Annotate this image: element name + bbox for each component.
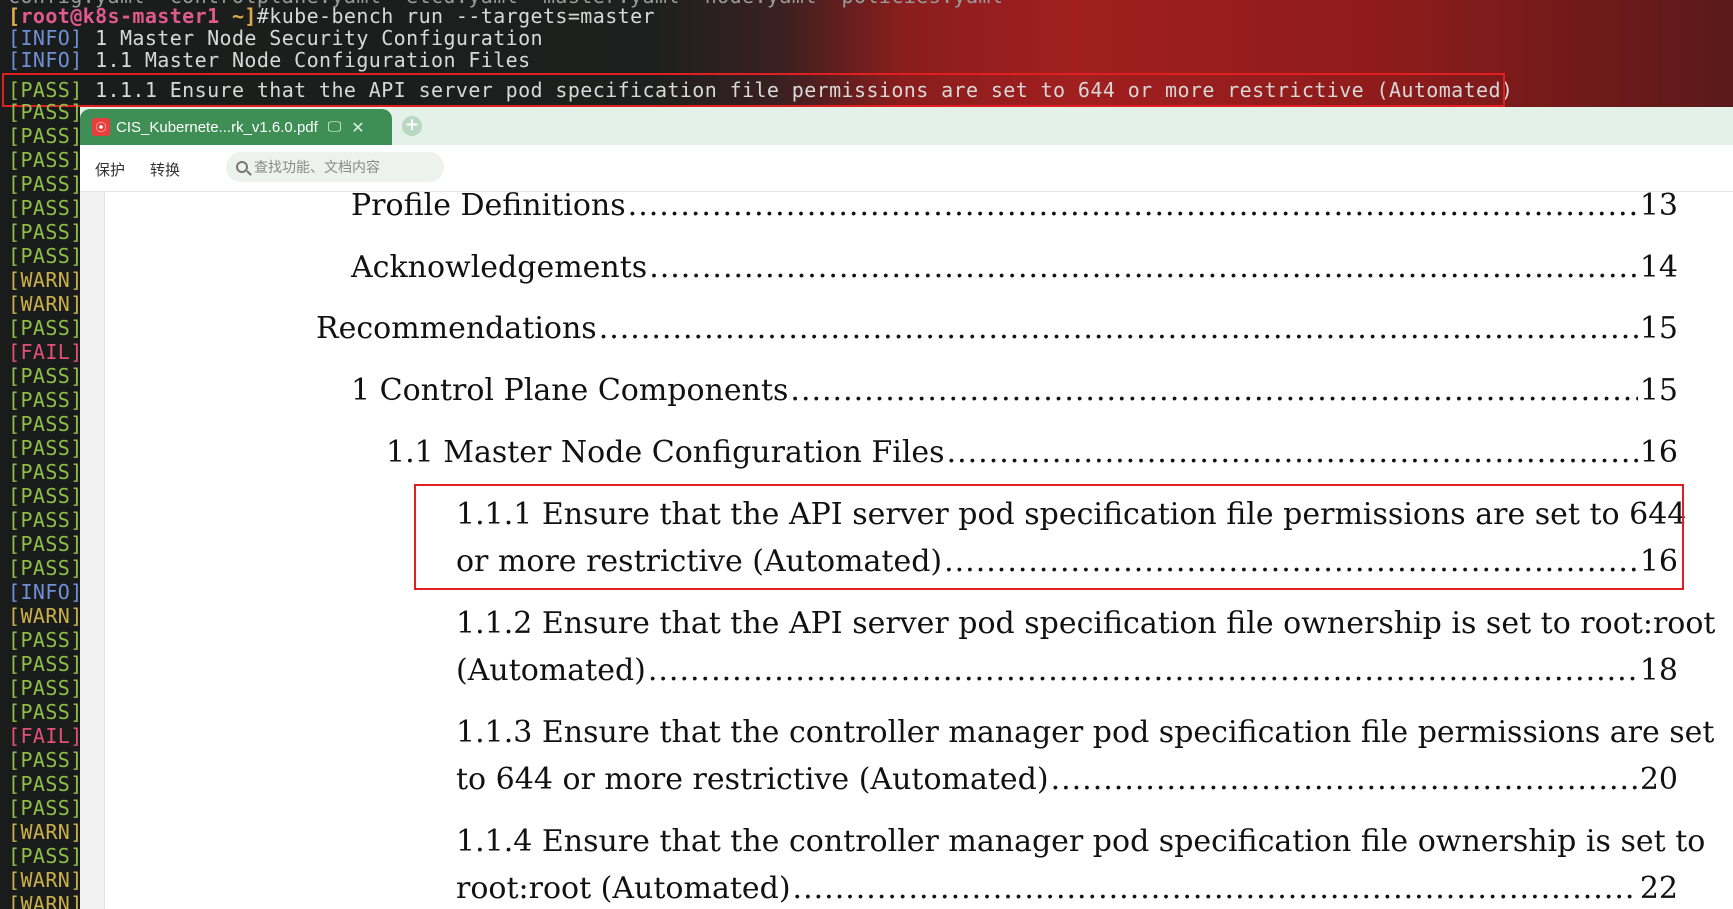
toc-entry-first-line[interactable]: 1.1.4 Ensure that the controller manager… bbox=[456, 824, 1705, 860]
status-tag: [PASS] bbox=[8, 364, 83, 388]
toc-entry[interactable]: 1 Control Plane Components..............… bbox=[351, 373, 1678, 409]
toc-leader-dots: ........................................… bbox=[1050, 762, 1638, 797]
terminal-prompt-line: [root@k8s-master1 ~]#kube-bench run --ta… bbox=[8, 4, 655, 28]
status-tag: [WARN] bbox=[8, 820, 83, 844]
status-tag: [FAIL] bbox=[8, 340, 83, 364]
terminal-line-text: 1 Master Node Security Configuration bbox=[82, 26, 543, 50]
toc-entry[interactable]: 1.1 Master Node Configuration Files.....… bbox=[386, 435, 1678, 471]
pdf-file-icon: ⦿ bbox=[92, 118, 110, 136]
search-icon bbox=[236, 161, 248, 173]
toc-entry[interactable]: root:root (Automated)...................… bbox=[456, 871, 1678, 907]
toc-leader-dots: ........................................… bbox=[627, 188, 1638, 223]
status-tag: [PASS] bbox=[8, 796, 83, 820]
toc-leader-dots: ........................................… bbox=[598, 311, 1638, 346]
new-tab-icon[interactable]: + bbox=[402, 116, 422, 136]
toc-entry-label: root:root (Automated) bbox=[456, 871, 791, 906]
search-placeholder: 查找功能、文档内容 bbox=[254, 160, 380, 176]
toc-entry-first-line[interactable]: 1.1.2 Ensure that the API server pod spe… bbox=[456, 606, 1715, 642]
status-tag: [PASS] bbox=[8, 628, 83, 652]
toolbar: 保护 转换 查找功能、文档内容 bbox=[80, 145, 1733, 192]
status-tag: [PASS] bbox=[8, 532, 83, 556]
status-tag: [PASS] bbox=[8, 100, 83, 124]
toc-leader-dots: ........................................… bbox=[792, 871, 1638, 906]
status-tag: [PASS] bbox=[8, 196, 83, 220]
status-tag: [PASS] bbox=[8, 436, 83, 460]
prompt-path: ~] bbox=[219, 4, 257, 28]
status-tag: [WARN] bbox=[8, 604, 83, 628]
toc-entry-label: to 644 or more restrictive (Automated) bbox=[456, 762, 1049, 797]
status-tag: [INFO] bbox=[8, 48, 83, 72]
toc-page-number: 18 bbox=[1639, 653, 1678, 688]
tab-title: CIS_Kubernete...rk_v1.6.0.pdf bbox=[116, 118, 318, 136]
toc-page-number: 20 bbox=[1639, 762, 1678, 797]
protect-button[interactable]: 保护 bbox=[95, 159, 125, 180]
status-tag: [PASS] bbox=[8, 172, 83, 196]
terminal-line: [INFO] 1.1 Master Node Configuration Fil… bbox=[8, 48, 531, 72]
toc-entry-first-line[interactable]: 1.1.3 Ensure that the controller manager… bbox=[456, 715, 1714, 751]
status-tag: [WARN] bbox=[8, 292, 83, 316]
toc-entry[interactable]: Recommendations.........................… bbox=[316, 311, 1678, 347]
toc-page-number: 16 bbox=[1639, 435, 1678, 470]
toc-entry-label: Profile Definitions bbox=[351, 188, 626, 223]
toc-page-number: 15 bbox=[1639, 373, 1678, 408]
status-tag: [PASS] bbox=[8, 316, 83, 340]
close-icon[interactable]: ✕ bbox=[351, 118, 364, 137]
prompt-bracket: [ bbox=[8, 4, 21, 28]
toc-page-number: 14 bbox=[1639, 250, 1678, 285]
status-tag: [PASS] bbox=[8, 388, 83, 412]
terminal-line: [INFO] 1 Master Node Security Configurat… bbox=[8, 26, 543, 50]
toc-entry[interactable]: Profile Definitions.....................… bbox=[351, 188, 1678, 224]
status-tag: [PASS] bbox=[8, 148, 83, 172]
status-tag: [PASS] bbox=[8, 748, 83, 772]
tab-bar: ⦿ CIS_Kubernete...rk_v1.6.0.pdf 🖵 ✕ + bbox=[80, 107, 1733, 145]
toc-entry-label: (Automated) bbox=[456, 653, 646, 688]
status-tag: [WARN] bbox=[8, 268, 83, 292]
status-tag: [PASS] bbox=[8, 652, 83, 676]
status-tag: [PASS] bbox=[8, 124, 83, 148]
status-tag: [PASS] bbox=[8, 484, 83, 508]
tab-pdf-document[interactable]: ⦿ CIS_Kubernete...rk_v1.6.0.pdf 🖵 ✕ bbox=[80, 109, 392, 145]
search-box[interactable]: 查找功能、文档内容 bbox=[226, 152, 444, 182]
convert-button[interactable]: 转换 bbox=[150, 159, 180, 180]
toc-page-number: 22 bbox=[1639, 871, 1678, 906]
toc-leader-dots: ........................................… bbox=[647, 653, 1638, 688]
pdf-highlight-box bbox=[414, 484, 1684, 590]
page-gutter bbox=[80, 192, 105, 909]
status-tag: [PASS] bbox=[8, 844, 83, 868]
status-tag: [PASS] bbox=[8, 460, 83, 484]
status-tag: [PASS] bbox=[8, 556, 83, 580]
status-tag: [WARN] bbox=[8, 868, 83, 892]
toc-page-number: 13 bbox=[1639, 188, 1678, 223]
status-tag: [PASS] bbox=[8, 772, 83, 796]
monitor-icon[interactable]: 🖵 bbox=[328, 119, 342, 135]
status-tag: [FAIL] bbox=[8, 724, 83, 748]
prompt-user: root@k8s-master1 bbox=[20, 4, 220, 28]
terminal-highlight-box bbox=[2, 73, 1505, 107]
status-tag: [PASS] bbox=[8, 508, 83, 532]
status-tag: [PASS] bbox=[8, 700, 83, 724]
terminal-line-text: 1.1 Master Node Configuration Files bbox=[82, 48, 531, 72]
status-tag-column: [PASS] [PASS] [PASS] [PASS] [PASS] [PASS] [PAS… bbox=[8, 100, 84, 909]
toc-entry-label: 1 Control Plane Components bbox=[351, 373, 789, 408]
toc-entry-label: Acknowledgements bbox=[351, 250, 648, 285]
status-tag: [WARN] bbox=[8, 892, 83, 909]
status-tag: [PASS] bbox=[8, 676, 83, 700]
status-tag: [INFO] bbox=[8, 580, 83, 604]
status-tag: [PASS] bbox=[8, 244, 83, 268]
toc-leader-dots: ........................................… bbox=[649, 250, 1638, 285]
toc-entry-label: 1.1 Master Node Configuration Files bbox=[386, 435, 945, 470]
toc-entry[interactable]: to 644 or more restrictive (Automated)..… bbox=[456, 762, 1678, 798]
toc-entry[interactable]: Acknowledgements........................… bbox=[351, 250, 1678, 286]
status-tag: [INFO] bbox=[8, 26, 83, 50]
status-tag: [PASS] bbox=[8, 220, 83, 244]
toc-leader-dots: ........................................… bbox=[946, 435, 1638, 470]
toc-leader-dots: ........................................… bbox=[790, 373, 1638, 408]
toc-entry-label: Recommendations bbox=[316, 311, 597, 346]
toc-entry[interactable]: (Automated).............................… bbox=[456, 653, 1678, 689]
status-tag: [PASS] bbox=[8, 412, 83, 436]
prompt-command: #kube-bench run --targets=master bbox=[256, 4, 655, 28]
toc-page-number: 15 bbox=[1639, 311, 1678, 346]
